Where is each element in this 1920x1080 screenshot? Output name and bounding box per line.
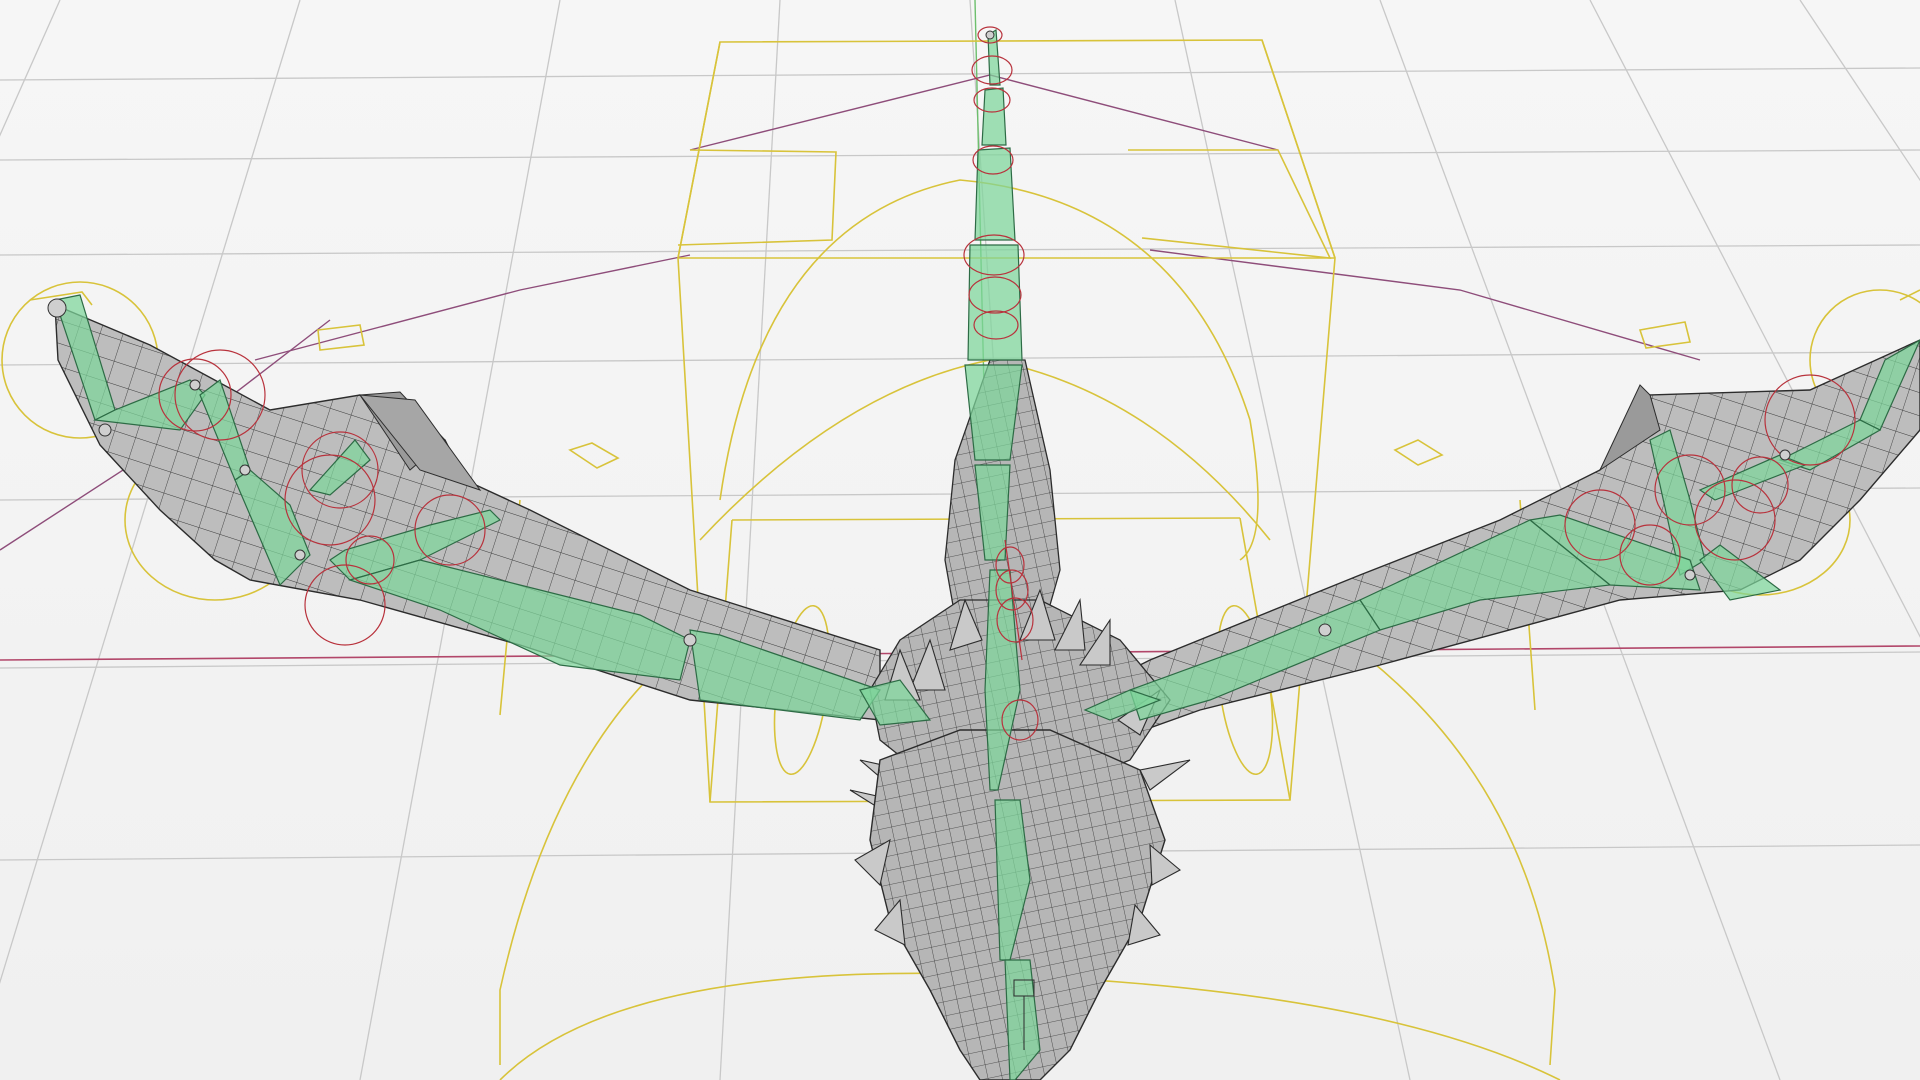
bone-icon — [974, 147, 1016, 241]
bone-icon — [981, 87, 1007, 146]
viewport-canvas[interactable] — [0, 0, 1920, 1080]
3d-viewport[interactable] — [0, 0, 1920, 1080]
bone-icon — [967, 244, 1023, 361]
controller-icon — [47, 298, 67, 318]
